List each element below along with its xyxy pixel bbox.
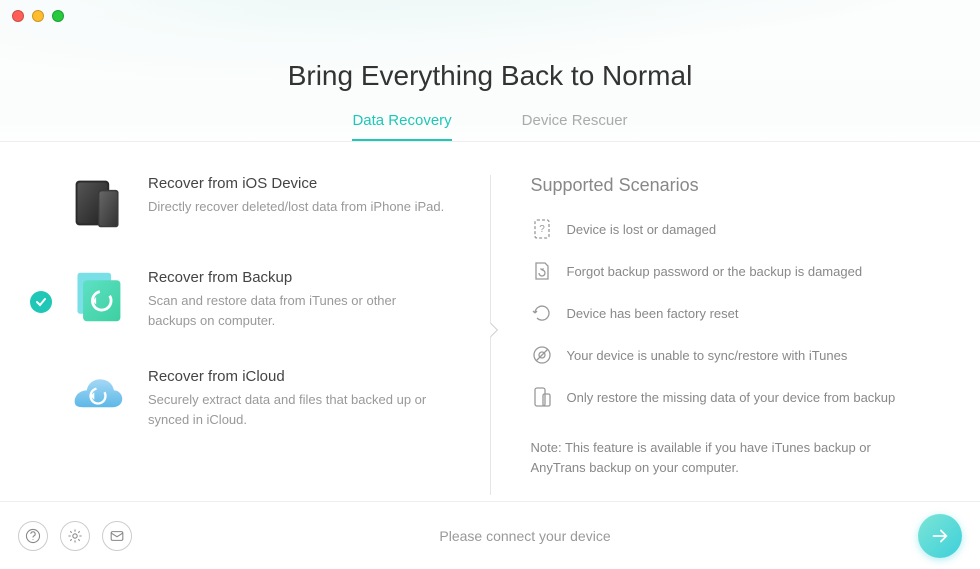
- scenarios-title: Supported Scenarios: [531, 175, 921, 196]
- footer: Please connect your device: [0, 501, 980, 569]
- tab-data-recovery[interactable]: Data Recovery: [352, 112, 451, 141]
- scenario-label: Device is lost or damaged: [567, 222, 717, 237]
- scenario-item: Forgot backup password or the backup is …: [531, 260, 921, 282]
- scenarios-panel: Supported Scenarios ? Device is lost or …: [491, 175, 921, 500]
- tab-device-rescuer[interactable]: Device Rescuer: [522, 112, 628, 141]
- feedback-button[interactable]: [102, 521, 132, 551]
- vertical-divider: [490, 175, 491, 495]
- factory-reset-icon: [531, 302, 553, 324]
- main-content: Recover from iOS Device Directly recover…: [0, 145, 980, 500]
- option-recover-ios-device[interactable]: Recover from iOS Device Directly recover…: [70, 175, 460, 231]
- window-maximize-button[interactable]: [52, 10, 64, 22]
- sync-fail-icon: [531, 344, 553, 366]
- option-desc: Scan and restore data from iTunes or oth…: [148, 291, 448, 330]
- restore-missing-icon: [531, 386, 553, 408]
- window-controls: [12, 10, 64, 22]
- svg-text:?: ?: [539, 224, 545, 235]
- backup-damaged-icon: [531, 260, 553, 282]
- window-minimize-button[interactable]: [32, 10, 44, 22]
- option-title: Recover from iOS Device: [148, 175, 444, 192]
- tabs: Data Recovery Device Rescuer: [0, 112, 980, 142]
- option-recover-backup[interactable]: Recover from Backup Scan and restore dat…: [70, 269, 460, 330]
- check-icon: [30, 291, 52, 313]
- recovery-options: Recover from iOS Device Directly recover…: [70, 175, 490, 500]
- option-title: Recover from iCloud: [148, 368, 448, 385]
- scenario-item: Only restore the missing data of your de…: [531, 386, 921, 408]
- footer-status: Please connect your device: [132, 528, 918, 544]
- window-close-button[interactable]: [12, 10, 24, 22]
- ios-device-icon: [70, 175, 126, 231]
- icloud-icon: [70, 368, 126, 424]
- scenarios-note: Note: This feature is available if you h…: [531, 438, 921, 477]
- scenario-label: Only restore the missing data of your de…: [567, 390, 896, 405]
- header: Bring Everything Back to Normal Data Rec…: [0, 0, 980, 145]
- scenario-item: Device has been factory reset: [531, 302, 921, 324]
- scenario-item: Your device is unable to sync/restore wi…: [531, 344, 921, 366]
- scenario-label: Your device is unable to sync/restore wi…: [567, 348, 848, 363]
- scenario-label: Device has been factory reset: [567, 306, 739, 321]
- scenario-label: Forgot backup password or the backup is …: [567, 264, 863, 279]
- next-button[interactable]: [918, 514, 962, 558]
- settings-button[interactable]: [60, 521, 90, 551]
- device-lost-icon: ?: [531, 218, 553, 240]
- help-button[interactable]: [18, 521, 48, 551]
- backup-file-icon: [70, 269, 126, 325]
- option-desc: Securely extract data and files that bac…: [148, 390, 448, 429]
- scenario-item: ? Device is lost or damaged: [531, 218, 921, 240]
- footer-icons: [18, 521, 132, 551]
- option-recover-icloud[interactable]: Recover from iCloud Securely extract dat…: [70, 368, 460, 429]
- option-title: Recover from Backup: [148, 269, 448, 286]
- option-desc: Directly recover deleted/lost data from …: [148, 197, 444, 217]
- page-title: Bring Everything Back to Normal: [0, 0, 980, 92]
